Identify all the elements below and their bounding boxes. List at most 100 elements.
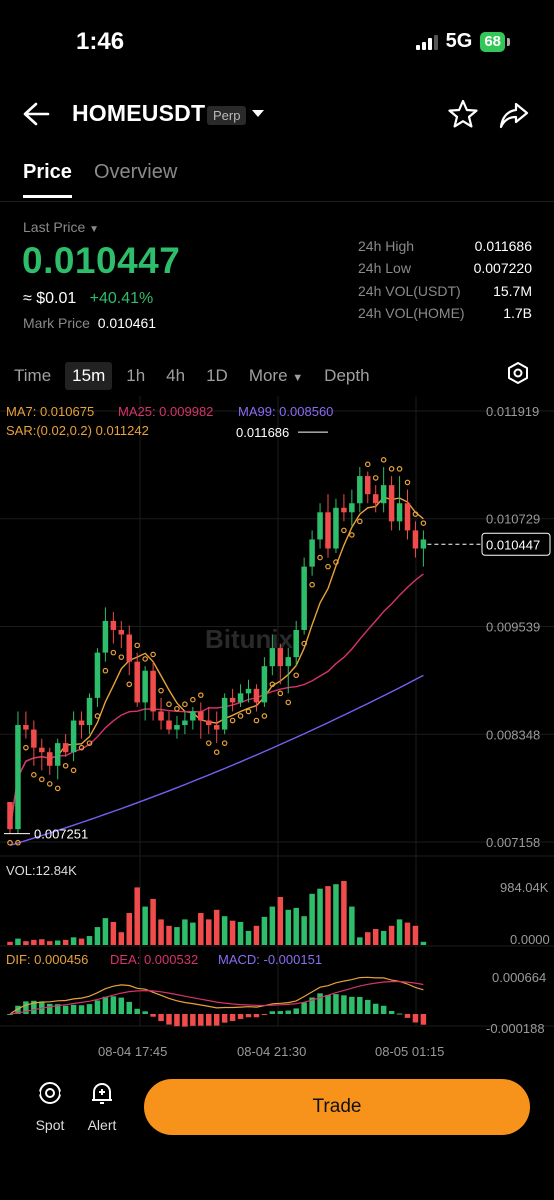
macd-bar (213, 1014, 220, 1026)
tab-overview[interactable]: Overview (94, 161, 177, 184)
candle-body (213, 725, 220, 730)
volume-bar (54, 940, 61, 945)
macd-bar (325, 994, 331, 1014)
tf-more-label: More (248, 366, 288, 385)
volume-bar (118, 932, 125, 945)
candle-body (380, 485, 387, 504)
candle-body (420, 539, 427, 549)
volume-bar (412, 925, 419, 945)
macd-bar (47, 1003, 53, 1014)
tf-1d[interactable]: 1D (206, 366, 228, 386)
volume-bar (102, 918, 109, 945)
tab-price[interactable]: Price (23, 161, 72, 198)
tf-depth[interactable]: Depth (324, 366, 369, 386)
time-label-1: 08-04 17:45 (98, 1044, 167, 1059)
candle-body (15, 725, 21, 830)
sar-dot (31, 772, 37, 778)
share-icon[interactable] (499, 101, 529, 129)
spot-label: Spot (35, 1117, 65, 1133)
vol-axis-min: 0.0000 (510, 932, 550, 947)
current-price-label: 0.010447 (486, 537, 540, 552)
sar-dot (38, 776, 45, 783)
sar-dot (198, 692, 204, 698)
price-change: +40.41% (89, 290, 154, 307)
macd-bar (420, 1014, 427, 1025)
candle-body (23, 725, 29, 730)
tf-more[interactable]: More ▼ (249, 366, 303, 386)
back-arrow-icon[interactable] (22, 101, 50, 127)
tf-15m[interactable]: 15m (65, 362, 113, 390)
spot-button[interactable]: Spot (30, 1080, 70, 1133)
sar-dot (94, 713, 101, 719)
last-price-label[interactable]: Last Price ▼ (23, 219, 99, 235)
volume-bar (94, 927, 101, 945)
candle-body (142, 670, 148, 703)
candle-body (285, 657, 291, 667)
alert-bell-icon (92, 1083, 112, 1104)
symbol-title[interactable]: HOMEUSDT (72, 100, 205, 127)
stat-label: 24h VOL(USDT) (358, 282, 461, 299)
tf-time[interactable]: Time (14, 366, 51, 386)
macd-axis-max: 0.000664 (492, 970, 546, 985)
candle-body (301, 566, 307, 630)
volume-bar (357, 937, 363, 945)
macd-bar (341, 995, 347, 1014)
sar-dot (253, 717, 260, 724)
candle-body (341, 507, 347, 513)
candle-body (134, 661, 140, 703)
tf-4h[interactable]: 4h (166, 366, 185, 386)
sar-dot (420, 520, 427, 526)
price-chart[interactable]: Bitunix MA7: 0.010675 MA25: 0.009982 MA9… (0, 396, 554, 1066)
alert-button[interactable]: Alert (82, 1080, 122, 1133)
candle-body (237, 693, 244, 703)
sar-dot (317, 554, 323, 561)
volume-bar (341, 881, 347, 945)
sar-dot (349, 532, 355, 538)
sar-dot (396, 466, 403, 472)
volume-bar (190, 922, 196, 945)
volume-bar (31, 939, 37, 945)
volume-bar (150, 898, 156, 945)
volume-bar (182, 919, 188, 945)
sar-dot (62, 762, 69, 769)
sar-dot (46, 781, 53, 787)
candle-body (245, 688, 252, 694)
volume-bar (245, 930, 252, 945)
sar-dot (7, 839, 13, 846)
price-axis-label: 0.008348 (486, 727, 540, 742)
trade-button[interactable]: Trade (144, 1079, 530, 1135)
sar-dot (182, 701, 188, 708)
volume-bar (23, 941, 29, 945)
volume-bar (333, 884, 339, 945)
tf-1h[interactable]: 1h (126, 366, 145, 386)
sar-dot (118, 654, 125, 660)
sar-dot (221, 740, 228, 746)
macd-bar (404, 1014, 411, 1018)
caret-down-icon[interactable] (252, 110, 264, 118)
volume-bar (174, 927, 180, 945)
volume-bar (47, 941, 53, 945)
stat-24h-low: 24h Low 0.007220 (358, 260, 532, 282)
sar-dot (388, 466, 395, 472)
caret-down-icon: ▼ (89, 224, 100, 235)
volume-bar (388, 925, 395, 945)
price-axis-label: 0.011919 (486, 404, 539, 419)
candle-body (150, 670, 156, 712)
candle-body (62, 743, 69, 753)
sar-dot (364, 461, 371, 468)
chart-settings-icon[interactable] (506, 361, 530, 385)
volume-bar (134, 887, 140, 945)
stat-24h-vol-home: 24h VOL(HOME) 1.7B (358, 305, 532, 327)
volume-bar (78, 938, 85, 945)
macd-bar (285, 1010, 291, 1014)
candle-body (372, 494, 379, 504)
volume-bar (261, 916, 268, 945)
volume-bar (62, 939, 69, 945)
sar-dot (372, 475, 379, 481)
volume-bar (349, 906, 355, 945)
candle-body (317, 512, 323, 540)
volume-bar (86, 936, 93, 945)
volume-bar (142, 906, 148, 945)
candle-body (7, 801, 13, 830)
star-icon[interactable] (448, 99, 478, 129)
